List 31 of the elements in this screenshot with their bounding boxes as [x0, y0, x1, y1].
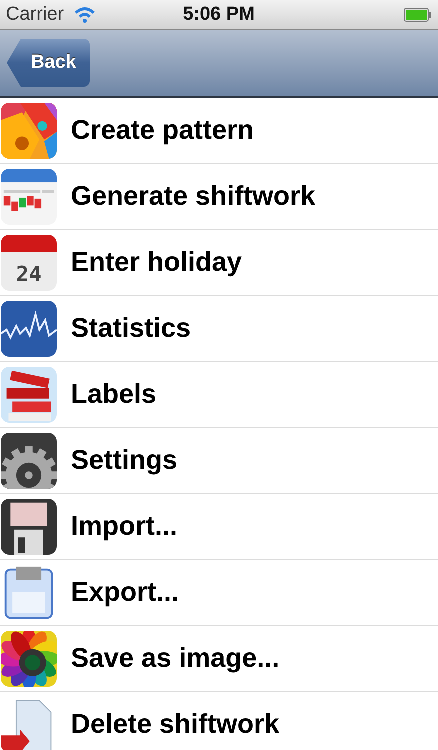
back-button[interactable]: Back [7, 39, 90, 87]
gear-icon [1, 432, 57, 488]
menu-label: Settings [71, 445, 178, 476]
menu-item[interactable]: Save as image... [0, 626, 438, 692]
menu-item[interactable]: Statistics [0, 296, 438, 362]
menu-item[interactable]: Delete shiftwork [0, 692, 438, 750]
menu-item[interactable]: Generate shiftwork [0, 164, 438, 230]
books-icon [1, 366, 57, 422]
menu-item[interactable]: Settings [0, 428, 438, 494]
menu-label: Create pattern [71, 115, 254, 146]
wifi-icon [74, 6, 96, 23]
camera-lens-icon [1, 630, 57, 686]
menu-label: Statistics [71, 313, 192, 344]
menu-item[interactable]: Export... [0, 560, 438, 626]
menu-label: Enter holiday [71, 247, 242, 278]
menu-label: Import... [71, 511, 178, 542]
menu-label: Export... [71, 577, 180, 608]
chart-icon [1, 300, 57, 356]
carrier-name: Carrier [6, 4, 64, 26]
calendar-date: 24 [16, 262, 42, 287]
menu-label: Save as image... [71, 643, 280, 674]
menu-label: Delete shiftwork [71, 709, 280, 740]
menu-label: Generate shiftwork [71, 181, 316, 212]
menu-item[interactable]: Create pattern [0, 98, 438, 164]
shapes-icon [1, 102, 57, 158]
battery-icon [404, 8, 432, 22]
menu-item[interactable]: Labels [0, 362, 438, 428]
menu-item[interactable]: Import... [0, 494, 438, 560]
menu-item[interactable]: 24 Enter holiday [0, 230, 438, 296]
menu-label: Labels [71, 379, 157, 410]
clock-time: 5:06 PM [182, 4, 256, 26]
